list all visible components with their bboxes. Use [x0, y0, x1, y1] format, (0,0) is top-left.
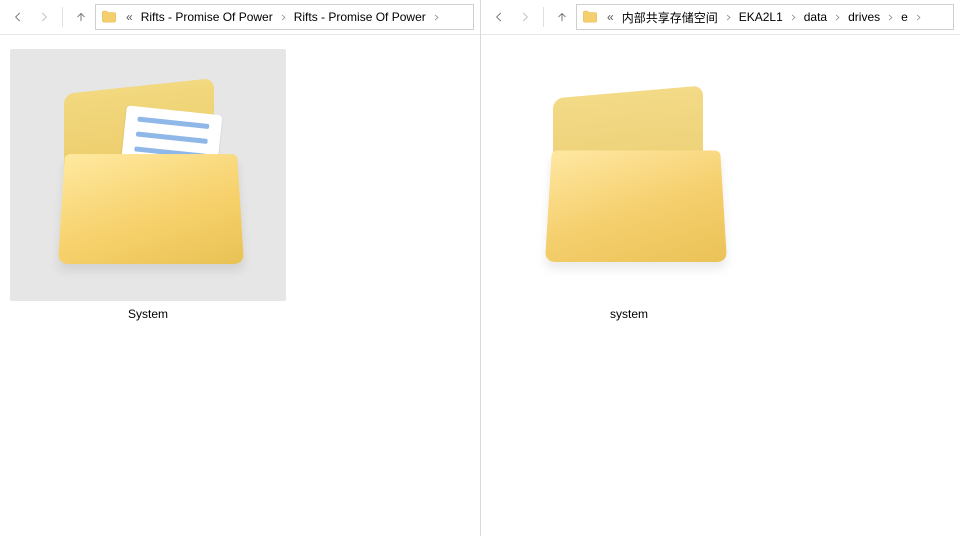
- file-list-left[interactable]: System: [0, 35, 480, 536]
- pane-right: « 内部共享存储空间 EKA2L1 data drives e: [481, 0, 960, 536]
- toolbar-separator: [543, 7, 544, 27]
- chevron-right-icon: [831, 13, 844, 22]
- forward-button[interactable]: [513, 5, 537, 29]
- folder-item-label: System: [10, 307, 286, 321]
- up-button[interactable]: [69, 5, 93, 29]
- forward-button[interactable]: [32, 5, 56, 29]
- chevron-right-icon: [787, 13, 800, 22]
- pane-left: « Rifts - Promise Of Power Rifts - Promi…: [0, 0, 481, 536]
- toolbar-left: « Rifts - Promise Of Power Rifts - Promi…: [0, 0, 480, 35]
- breadcrumb-item[interactable]: EKA2L1: [735, 10, 787, 24]
- folder-item[interactable]: system: [491, 49, 767, 321]
- chevron-right-icon: [277, 13, 290, 22]
- chevron-right-icon: [722, 13, 735, 22]
- toolbar-right: « 内部共享存储空间 EKA2L1 data drives e: [481, 0, 960, 35]
- breadcrumb-item[interactable]: data: [800, 10, 831, 24]
- chevron-right-icon: [884, 13, 897, 22]
- folder-item[interactable]: System: [10, 49, 286, 321]
- folder-icon: [581, 8, 599, 26]
- chevron-right-icon: [912, 13, 925, 22]
- chevron-right-icon: [430, 13, 443, 22]
- breadcrumb-item[interactable]: Rifts - Promise Of Power: [290, 10, 430, 24]
- breadcrumb-item[interactable]: e: [897, 10, 912, 24]
- address-bar[interactable]: « 内部共享存储空间 EKA2L1 data drives e: [576, 4, 954, 30]
- back-button[interactable]: [6, 5, 30, 29]
- breadcrumb-overflow[interactable]: «: [607, 10, 614, 24]
- breadcrumb-overflow[interactable]: «: [126, 10, 133, 24]
- up-button[interactable]: [550, 5, 574, 29]
- folder-large-icon: [10, 49, 286, 301]
- file-list-right[interactable]: system: [481, 35, 960, 536]
- back-button[interactable]: [487, 5, 511, 29]
- folder-item-label: system: [491, 307, 767, 321]
- breadcrumb-item[interactable]: Rifts - Promise Of Power: [137, 10, 277, 24]
- folder-icon: [100, 8, 118, 26]
- address-bar[interactable]: « Rifts - Promise Of Power Rifts - Promi…: [95, 4, 474, 30]
- toolbar-separator: [62, 7, 63, 27]
- folder-large-icon: [491, 49, 767, 301]
- breadcrumb-item[interactable]: 内部共享存储空间: [618, 9, 722, 26]
- breadcrumb-item[interactable]: drives: [844, 10, 884, 24]
